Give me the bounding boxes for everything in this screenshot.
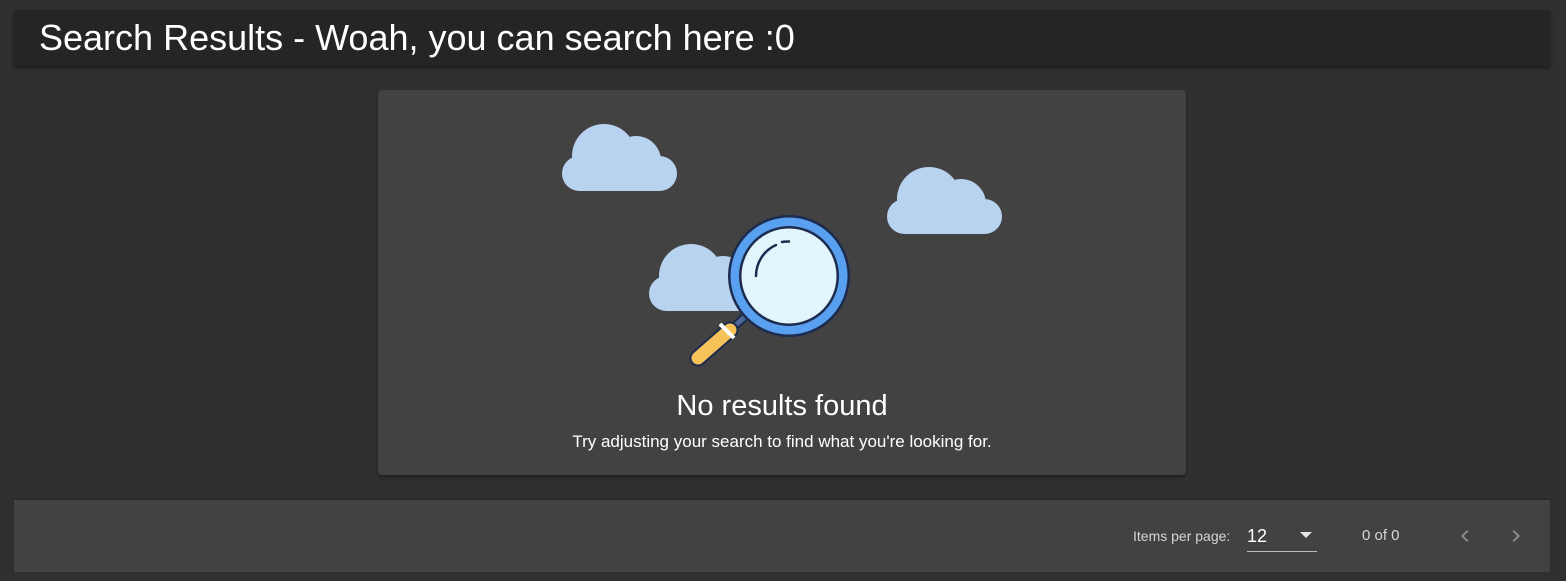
empty-state-subtitle: Try adjusting your search to find what y… [572,432,992,451]
cloud-top-left-icon [562,124,677,191]
empty-state-title: No results found [676,390,888,422]
page-header: Search Results - Woah, you can search he… [14,10,1550,66]
previous-page-button[interactable] [1449,520,1481,552]
range-label: 0 of 0 [1362,527,1400,544]
paginator: Items per page: 12 0 of 0 [14,500,1550,572]
empty-results-card: No results found Try adjusting your sear… [378,90,1186,475]
items-per-page-value: 12 [1247,526,1268,546]
next-page-button[interactable] [1500,520,1532,552]
no-results-illustration [562,124,1002,367]
chevron-right-icon [1512,530,1520,542]
cloud-right-icon [887,167,1002,234]
dropdown-arrow-icon [1300,532,1312,538]
chevron-left-icon [1461,530,1469,542]
page-title: Search Results - Woah, you can search he… [39,17,795,58]
items-per-page-label: Items per page: [1133,528,1231,544]
items-per-page-select[interactable]: 12 [1247,523,1317,552]
